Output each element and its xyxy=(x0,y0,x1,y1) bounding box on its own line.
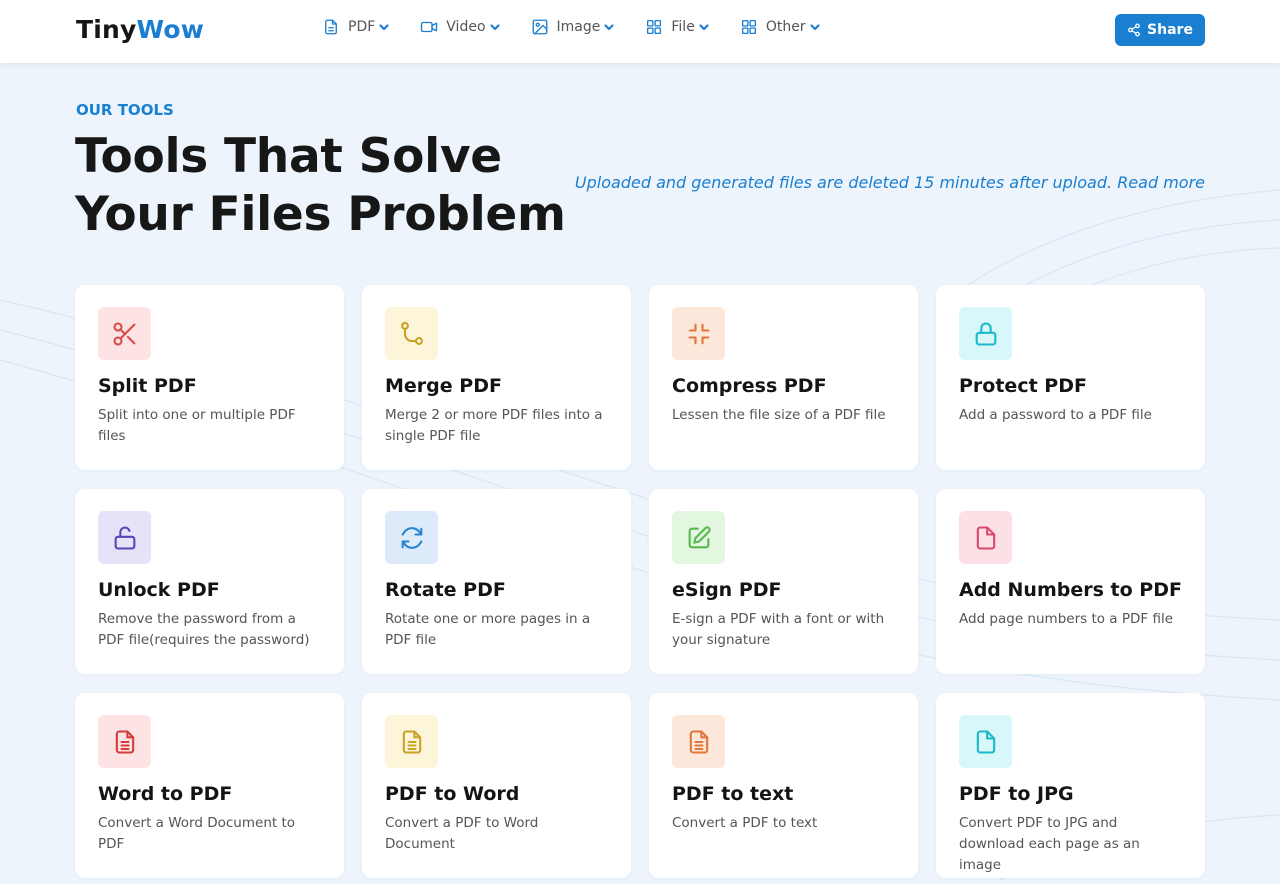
chevron-down-icon xyxy=(378,21,390,33)
tool-description: Merge 2 or more PDF files into a single … xyxy=(385,407,603,444)
tool-description: Convert a PDF to Word Document xyxy=(385,815,539,852)
tool-title: Merge PDF xyxy=(385,375,502,397)
tool-title: Split PDF xyxy=(98,375,197,397)
chevron-down-icon xyxy=(698,21,710,33)
tool-description: Add a password to a PDF file xyxy=(959,407,1152,423)
unlock-icon xyxy=(98,511,151,564)
tool-description: Convert a Word Document to PDF xyxy=(98,815,296,852)
tool-description: Split into one or multiple PDF files xyxy=(98,407,296,444)
logo-text-tiny: Tiny xyxy=(76,15,137,44)
tool-description: Convert a PDF to text xyxy=(672,815,818,831)
file-text-icon xyxy=(385,715,438,768)
tool-title: Add Numbers to PDF xyxy=(959,579,1182,601)
merge-icon xyxy=(385,307,438,360)
tool-title: Unlock PDF xyxy=(98,579,220,601)
tool-title: PDF to JPG xyxy=(959,783,1074,805)
scissors-icon xyxy=(98,307,151,360)
tool-card-merge-pdf[interactable]: Merge PDF Merge 2 or more PDF files into… xyxy=(362,285,631,470)
grid-icon xyxy=(645,18,663,36)
nav-label: Video xyxy=(446,19,486,35)
tool-card-pdf-to-text[interactable]: PDF to text Convert a PDF to text xyxy=(649,693,918,878)
document-icon xyxy=(322,18,340,36)
nav-item-pdf[interactable]: PDF xyxy=(322,16,390,38)
tool-card-pdf-to-word[interactable]: PDF to Word Convert a PDF to Word Docume… xyxy=(362,693,631,878)
compress-icon xyxy=(672,307,725,360)
tool-title: Word to PDF xyxy=(98,783,233,805)
nav-item-image[interactable]: Image xyxy=(531,16,616,38)
nav-label: File xyxy=(671,19,695,35)
tool-title: Rotate PDF xyxy=(385,579,506,601)
tool-title: Compress PDF xyxy=(672,375,827,397)
tool-card-compress-pdf[interactable]: Compress PDF Lessen the file size of a P… xyxy=(649,285,918,470)
nav-label: Other xyxy=(765,19,806,35)
page-title: Tools That Solve Your Files Problem xyxy=(75,128,595,244)
rotate-icon xyxy=(385,511,438,564)
tool-card-split-pdf[interactable]: Split PDF Split into one or multiple PDF… xyxy=(75,285,344,470)
page-title-line-2: Your Files Problem xyxy=(75,187,566,242)
tool-title: eSign PDF xyxy=(672,579,782,601)
tool-title: Protect PDF xyxy=(959,375,1087,397)
nav-item-video[interactable]: Video xyxy=(420,16,500,38)
logo[interactable]: TinyWow xyxy=(76,15,204,44)
file-text-icon xyxy=(98,715,151,768)
tool-card-pdf-to-jpg[interactable]: PDF to JPG Convert PDF to JPG and downlo… xyxy=(936,693,1205,878)
main-nav: PDF Video Image File Other xyxy=(322,16,851,38)
tool-title: PDF to text xyxy=(672,783,794,805)
share-icon xyxy=(1127,23,1141,37)
share-button[interactable]: Share xyxy=(1115,14,1205,46)
tools-grid: Split PDF Split into one or multiple PDF… xyxy=(75,285,1205,878)
tool-card-unlock-pdf[interactable]: Unlock PDF Remove the password from a PD… xyxy=(75,489,344,674)
deletion-notice: Uploaded and generated files are deleted… xyxy=(575,173,1205,192)
image-icon xyxy=(531,18,549,36)
video-camera-icon xyxy=(420,18,438,36)
tool-card-rotate-pdf[interactable]: Rotate PDF Rotate one or more pages in a… xyxy=(362,489,631,674)
edit-icon xyxy=(672,511,725,564)
chevron-down-icon xyxy=(809,21,821,33)
tool-description: Add page numbers to a PDF file xyxy=(959,611,1174,627)
tool-card-word-to-pdf[interactable]: Word to PDF Convert a Word Document to P… xyxy=(75,693,344,878)
chevron-down-icon xyxy=(603,21,615,33)
nav-label: Image xyxy=(556,19,601,35)
tool-description: E-sign a PDF with a font or with your si… xyxy=(672,611,885,648)
tool-card-protect-pdf[interactable]: Protect PDF Add a password to a PDF file xyxy=(936,285,1205,470)
read-more-link[interactable]: Read more xyxy=(1117,173,1205,192)
tool-description: Rotate one or more pages in a PDF file xyxy=(385,611,591,648)
nav-item-file[interactable]: File xyxy=(645,16,709,38)
notice-text: Uploaded and generated files are deleted… xyxy=(574,173,1113,192)
tool-description: Convert PDF to JPG and download each pag… xyxy=(959,815,1140,873)
share-label: Share xyxy=(1147,22,1193,38)
tool-card-add-numbers[interactable]: Add Numbers to PDF Add page numbers to a… xyxy=(936,489,1205,674)
logo-text-wow: Wow xyxy=(136,15,205,44)
section-eyebrow: OUR TOOLS xyxy=(76,101,174,119)
file-icon xyxy=(959,511,1012,564)
lock-icon xyxy=(959,307,1012,360)
file-text-icon xyxy=(672,715,725,768)
tool-description: Lessen the file size of a PDF file xyxy=(672,407,886,423)
nav-label: PDF xyxy=(348,19,376,35)
nav-item-other[interactable]: Other xyxy=(740,16,821,38)
page-title-line-1: Tools That Solve xyxy=(75,129,502,184)
tool-description: Remove the password from a PDF file(requ… xyxy=(98,611,310,648)
file-icon xyxy=(959,715,1012,768)
tool-title: PDF to Word xyxy=(385,783,520,805)
chevron-down-icon xyxy=(489,21,501,33)
top-navbar: TinyWow PDF Video Image File Other Share xyxy=(0,0,1280,63)
tool-card-esign-pdf[interactable]: eSign PDF E-sign a PDF with a font or wi… xyxy=(649,489,918,674)
grid-icon xyxy=(740,18,758,36)
